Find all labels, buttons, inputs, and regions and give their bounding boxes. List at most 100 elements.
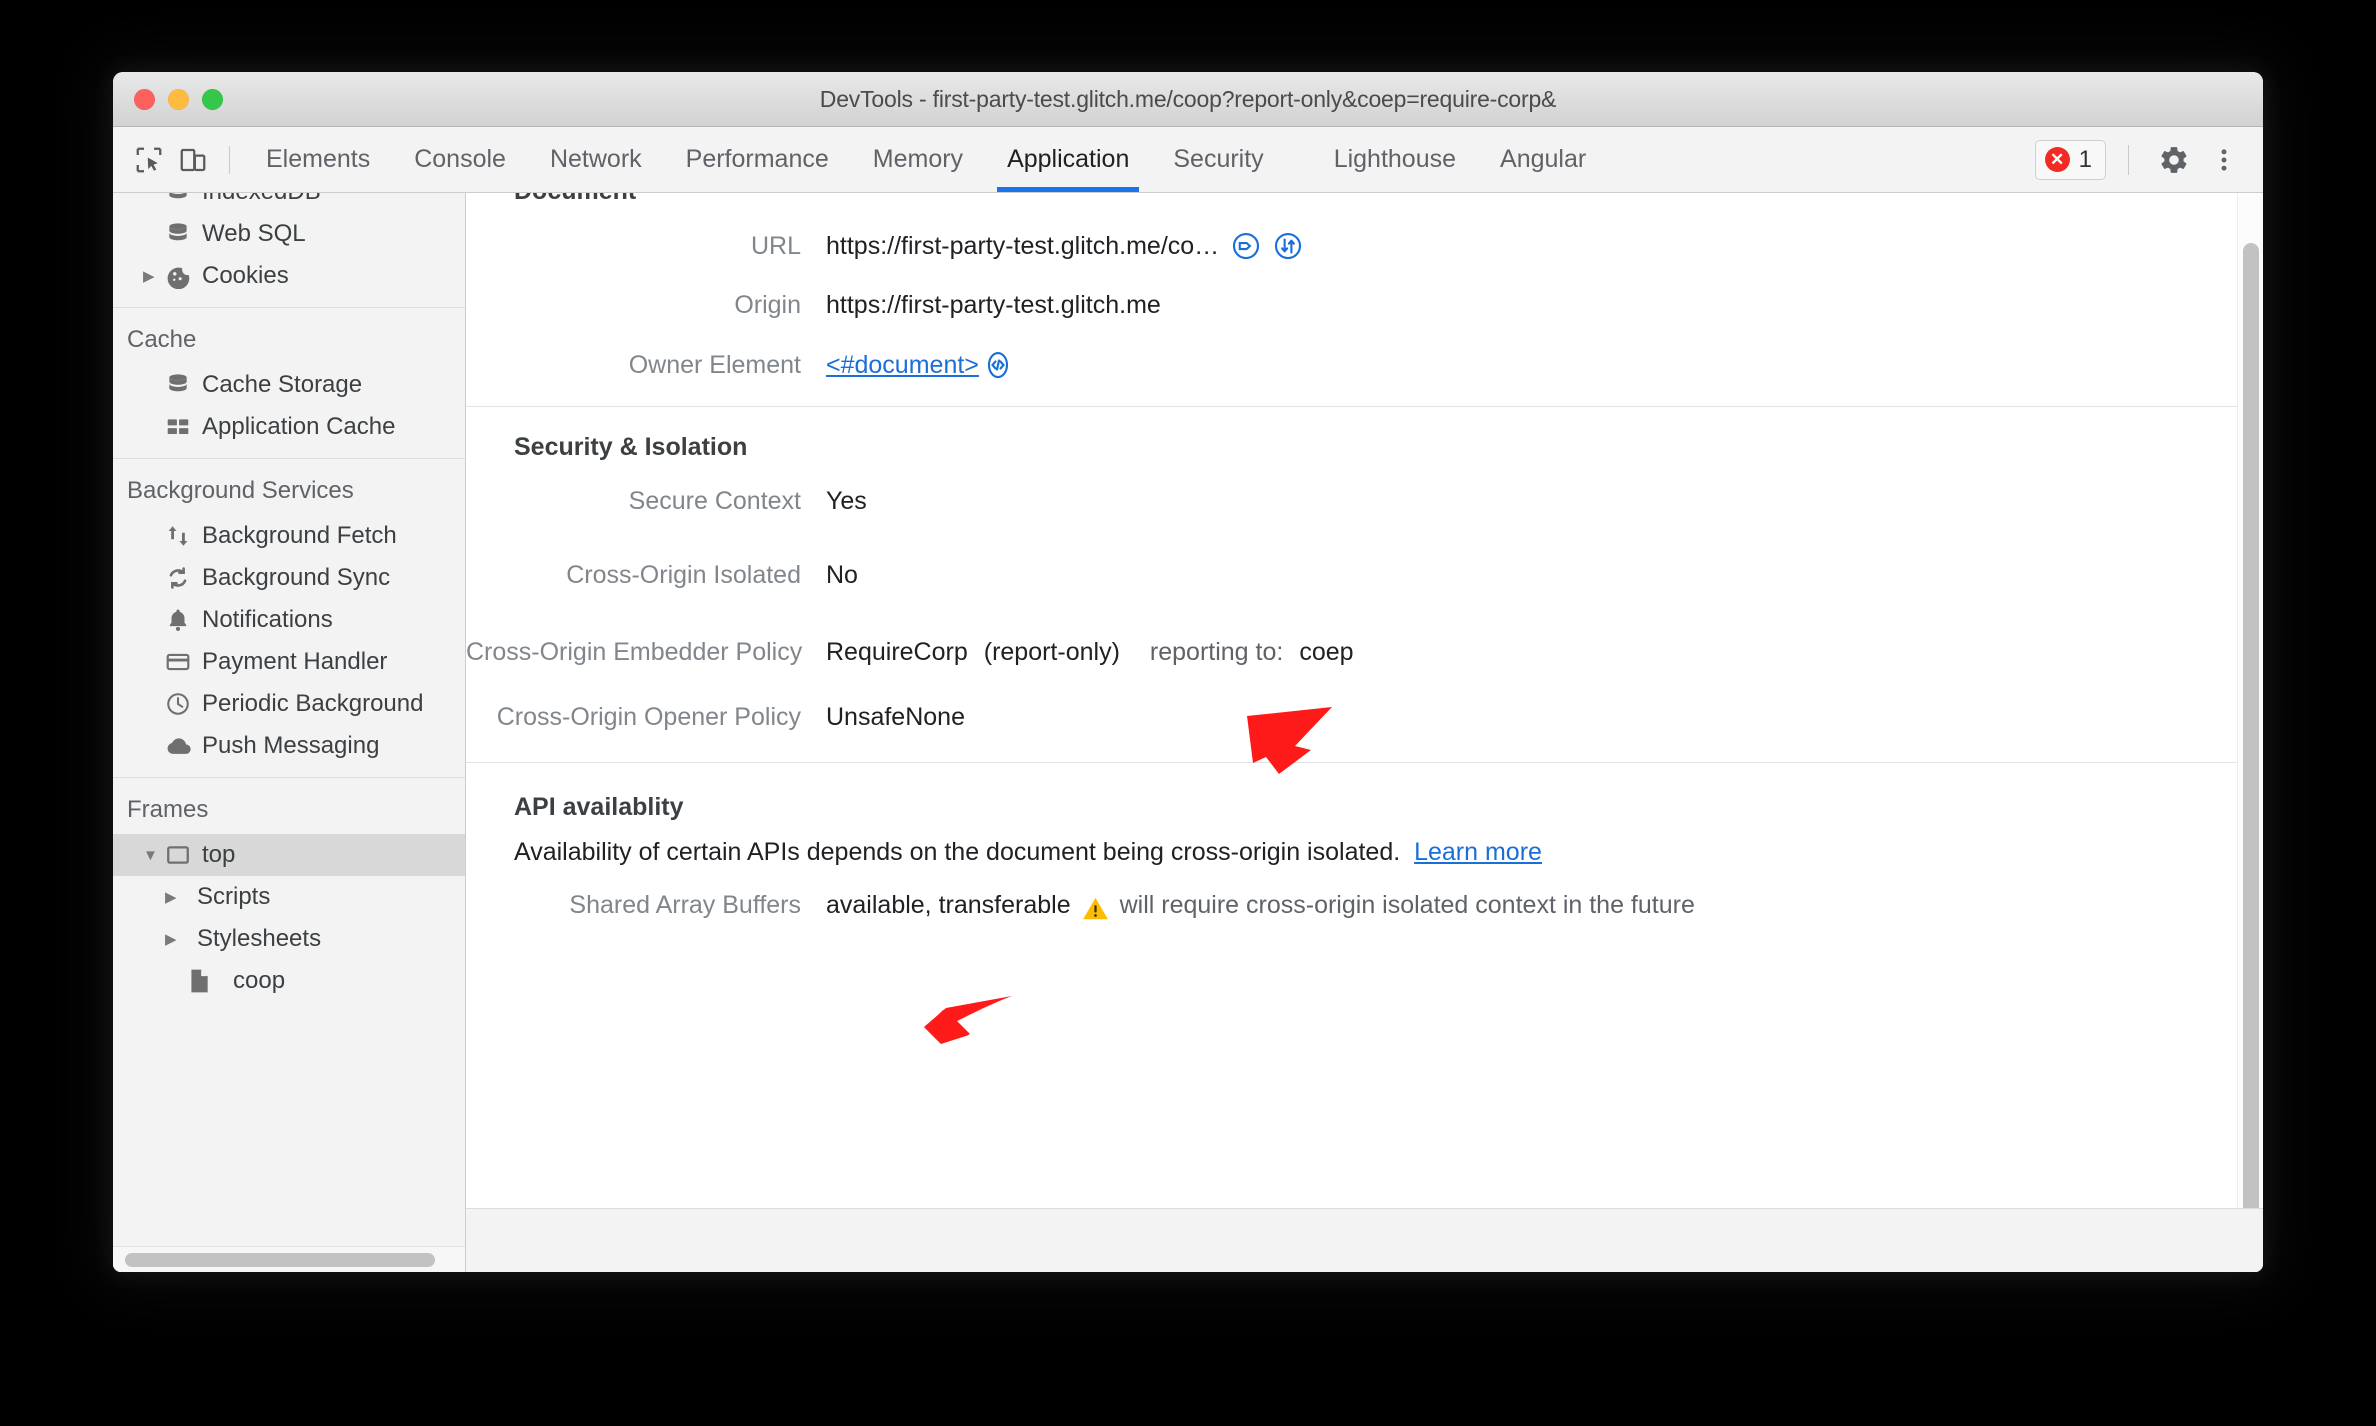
sidebar-item-background-fetch[interactable]: ▶ Background Fetch (113, 515, 465, 557)
main-vertical-scrollbar[interactable] (2237, 193, 2263, 1243)
grid-icon (165, 414, 199, 440)
row-label: Secure Context (628, 487, 801, 515)
security-section-title: Security & Isolation (514, 433, 748, 461)
tab-lighthouse[interactable]: Lighthouse (1312, 127, 1478, 192)
sidebar-item-cookies[interactable]: ▶ Cookies (113, 255, 465, 297)
sidebar-item-label: Periodic Background (202, 690, 424, 717)
sidebar-item-payment-handler[interactable]: ▶ Payment Handler (113, 641, 465, 683)
row-coop: Cross-Origin Opener Policy UnsafeNone (466, 685, 2237, 762)
sidebar-item-scripts[interactable]: ▶ Scripts (113, 876, 465, 918)
coep-reporting-label: reporting to: (1149, 638, 1284, 666)
row-origin: Origin https://first-party-test.glitch.m… (466, 276, 2237, 335)
sidebar-item-label: Push Messaging (202, 732, 380, 759)
cloud-icon (165, 733, 199, 760)
bell-icon (165, 607, 199, 633)
row-secure-context: Secure Context Yes (466, 472, 2237, 531)
inspect-element-icon[interactable] (127, 138, 171, 182)
row-label: Origin (734, 291, 801, 319)
tab-memory[interactable]: Memory (851, 127, 985, 192)
sidebar-group-header: Frames (127, 796, 209, 823)
sidebar-item-coop[interactable]: coop (113, 960, 465, 1002)
database-icon (165, 221, 199, 247)
sidebar-item-top-frame[interactable]: ▼ top (113, 834, 465, 876)
main-scrollbar-thumb[interactable] (2243, 243, 2259, 1243)
sidebar-item-label: Web SQL (202, 220, 306, 247)
tab-security[interactable]: Security (1151, 127, 1285, 192)
tag-circle-icon[interactable] (1231, 231, 1261, 261)
tab-application[interactable]: Application (985, 127, 1151, 192)
row-value: <#document> (826, 350, 1013, 380)
coep-reporting-value: coep (1299, 638, 1354, 666)
row-label: URL (750, 231, 801, 260)
close-window-button[interactable] (134, 89, 155, 110)
device-toolbar-icon[interactable] (171, 138, 215, 182)
sidebar-item-label: Cache Storage (202, 371, 363, 398)
sidebar-group-storage: ▶ IndexedDB ▶ (113, 193, 465, 308)
maximize-window-button[interactable] (202, 89, 223, 110)
devtools-body: ▶ IndexedDB ▶ (113, 193, 2263, 1272)
sidebar-item-cache-storage[interactable]: ▶ Cache Storage (113, 364, 465, 406)
tab-performance[interactable]: Performance (664, 127, 851, 192)
tab-elements[interactable]: Elements (244, 127, 392, 192)
toolbar-right-controls: ✕ 1 (2034, 127, 2247, 192)
owner-element-link[interactable]: <#document> (826, 351, 979, 380)
chevron-right-icon[interactable]: ▶ (165, 888, 187, 906)
traffic-lights (134, 89, 223, 110)
row-owner-element: Owner Element <#document> (466, 335, 2237, 406)
sidebar-item-web-sql[interactable]: ▶ Web SQL (113, 213, 465, 255)
sidebar-group-background-services: Background Services ▶ Background Fetch ▶ (113, 459, 465, 778)
sidebar-item-stylesheets[interactable]: ▶ Stylesheets (113, 918, 465, 960)
sidebar-item-label: Scripts (197, 883, 271, 910)
sidebar-item-label: Payment Handler (202, 648, 388, 675)
sidebar-item-push-messaging[interactable]: ▶ Push Messaging (113, 725, 465, 767)
row-value: https://first-party-test.glitch.me/co… (826, 231, 1303, 261)
row-value: Yes (826, 487, 867, 515)
row-value: available, transferable will require cro… (826, 891, 1695, 920)
tab-network[interactable]: Network (528, 127, 664, 192)
sidebar-group-frames: Frames ▼ top ▶ Scripts ▶ Stylesheets coo… (113, 778, 465, 1012)
sidebar-scrollbar-thumb[interactable] (125, 1253, 435, 1267)
sidebar-item-indexeddb[interactable]: ▶ IndexedDB (113, 193, 465, 213)
minimize-window-button[interactable] (168, 89, 189, 110)
gear-icon[interactable] (2151, 137, 2197, 183)
sidebar-item-background-sync[interactable]: ▶ Background Sync (113, 557, 465, 599)
sidebar-horizontal-scrollbar[interactable] (113, 1246, 465, 1272)
sidebar-scroll-region: ▶ IndexedDB ▶ (113, 193, 465, 1246)
error-count-badge[interactable]: ✕ 1 (2034, 139, 2106, 180)
sidebar-item-label: coop (233, 967, 286, 994)
sab-warning-text: will require cross-origin isolated conte… (1119, 891, 1695, 919)
chevron-right-icon[interactable]: ▶ (143, 267, 165, 285)
frame-details-scroll-region: Document URL https://first-party-test.gl… (466, 193, 2237, 1208)
credit-card-icon (165, 649, 199, 675)
tab-console[interactable]: Console (392, 127, 528, 192)
sidebar-item-application-cache[interactable]: ▶ Application Cache (113, 406, 465, 448)
tab-angular[interactable]: Angular (1478, 127, 1608, 192)
code-circle-icon[interactable] (983, 350, 1013, 380)
coep-value: RequireCorp (826, 638, 968, 666)
application-sidebar: ▶ IndexedDB ▶ (113, 193, 466, 1272)
chevron-right-icon[interactable]: ▶ (165, 930, 187, 948)
document-section: Document URL https://first-party-test.gl… (466, 193, 2237, 407)
frame-details-panel: Document URL https://first-party-test.gl… (466, 193, 2263, 1272)
chevron-down-icon[interactable]: ▼ (143, 847, 165, 864)
sidebar-item-label: Background Sync (202, 564, 391, 591)
api-section-title: API availablity (514, 793, 684, 821)
error-circle-icon: ✕ (2044, 147, 2070, 172)
sidebar-group-header: Background Services (127, 477, 354, 504)
panel-footer (466, 1208, 2263, 1272)
sidebar-item-label: Application Cache (202, 413, 396, 440)
cookie-icon (165, 263, 199, 289)
more-vertical-icon[interactable] (2201, 137, 2247, 183)
sidebar-item-periodic-background[interactable]: ▶ Periodic Background (113, 683, 465, 725)
toolbar-divider (229, 145, 230, 174)
coep-report-only-suffix: (report-only) (983, 638, 1120, 666)
row-label: Owner Element (628, 350, 801, 379)
learn-more-link[interactable]: Learn more (1414, 838, 1542, 866)
url-value: https://first-party-test.glitch.me/co… (826, 231, 1220, 260)
sab-value: available, transferable (826, 891, 1071, 919)
api-description-text: Availability of certain APIs depends on … (514, 838, 1401, 866)
sidebar-group-header: Cache (127, 326, 197, 353)
error-count-label: 1 (2078, 145, 2092, 173)
network-circle-icon[interactable] (1273, 231, 1303, 261)
sidebar-item-notifications[interactable]: ▶ Notifications (113, 599, 465, 641)
